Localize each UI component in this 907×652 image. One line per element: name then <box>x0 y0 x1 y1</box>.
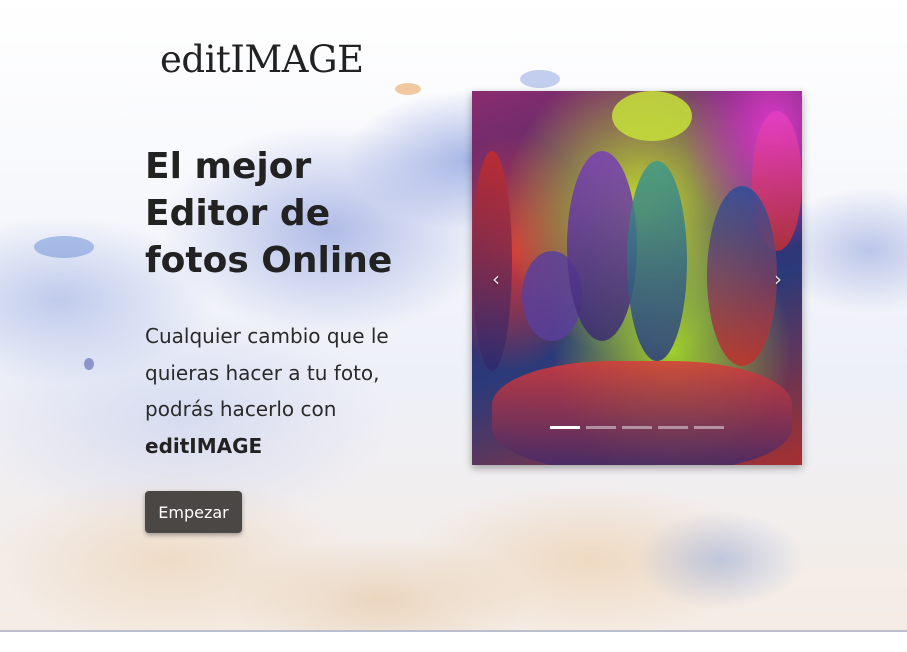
hero-description: Cualquier cambio que le quieras hacer a … <box>145 318 435 464</box>
carousel-image-region <box>472 151 512 371</box>
carousel-image-region <box>627 161 687 361</box>
image-carousel: ‹ › <box>472 91 802 465</box>
carousel-image-region <box>492 361 792 465</box>
carousel-next-icon[interactable]: › <box>768 267 788 291</box>
carousel-indicator-3[interactable] <box>622 426 652 429</box>
carousel-indicator-2[interactable] <box>586 426 616 429</box>
brand-logo[interactable]: editIMAGE <box>160 38 364 81</box>
start-button[interactable]: Empezar <box>145 491 242 533</box>
hero-description-brand: editIMAGE <box>145 433 263 458</box>
carousel-indicator-1[interactable] <box>550 426 580 429</box>
watercolor-splash <box>34 236 94 258</box>
carousel-indicator-5[interactable] <box>694 426 724 429</box>
hero-description-text: Cualquier cambio que le quieras hacer a … <box>145 324 389 421</box>
carousel-image-region <box>707 186 777 366</box>
watercolor-splash <box>84 358 94 370</box>
carousel-indicators <box>550 426 730 432</box>
hero-title: El mejor Editor de fotos Online <box>145 146 393 281</box>
hero-bottom-border <box>0 630 907 632</box>
carousel-prev-icon[interactable]: ‹ <box>486 267 506 291</box>
watercolor-splash <box>520 70 560 88</box>
carousel-indicator-4[interactable] <box>658 426 688 429</box>
watercolor-splash <box>395 83 421 95</box>
carousel-image-region <box>612 91 692 141</box>
